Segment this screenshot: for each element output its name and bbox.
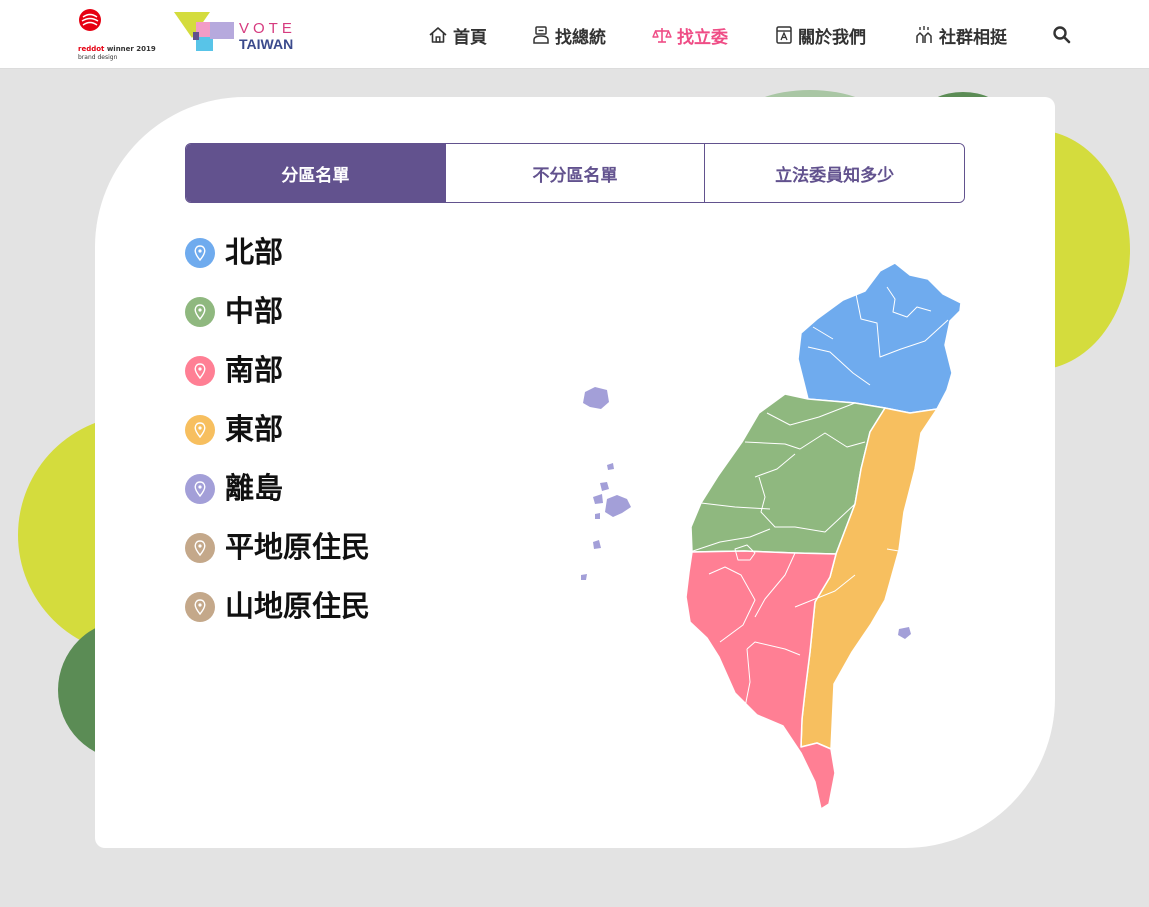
tab-legislator-facts[interactable]: 立法委員知多少 [705, 144, 964, 202]
nav-item-about[interactable]: 關於我們 [775, 22, 866, 48]
logo-taiwan-text: TAIWAN [239, 36, 294, 52]
location-pin-icon [185, 238, 215, 268]
main-card: 分區名單 不分區名單 立法委員知多少 北部 中部 南部 東部 離島 平地原住民 … [95, 97, 1055, 848]
reddot-award-badge: reddot winner 2019 brand design [78, 8, 158, 61]
hands-icon [916, 26, 932, 43]
nav-item-community[interactable]: 社群相挺 [914, 22, 1007, 48]
list-tabs: 分區名單 不分區名單 立法委員知多少 [185, 143, 965, 203]
nav-label-legislator: 找立委 [677, 27, 728, 48]
location-pin-icon [185, 592, 215, 622]
about-icon [776, 26, 792, 44]
nav-label-about: 關於我們 [798, 27, 866, 48]
nav-label-home: 首頁 [453, 27, 487, 48]
location-pin-icon [185, 415, 215, 445]
reddot-award-text: reddot winner 2019 [78, 45, 156, 53]
reddot-logo-icon [79, 9, 101, 31]
region-item-east[interactable]: 東部 [185, 409, 284, 446]
tab-district-list[interactable]: 分區名單 [186, 144, 446, 202]
region-label: 北部 [225, 235, 284, 269]
location-pin-icon [185, 474, 215, 504]
nav-label-community: 社群相挺 [939, 27, 1007, 48]
vote-taiwan-mark-icon [174, 12, 234, 51]
region-item-highland-aboriginal[interactable]: 山地原住民 [185, 586, 371, 623]
region-label: 山地原住民 [225, 589, 371, 623]
region-item-islands[interactable]: 離島 [185, 468, 284, 505]
tab-at-large-list[interactable]: 不分區名單 [445, 144, 706, 202]
home-icon [429, 27, 447, 43]
site-header: reddot winner 2019 brand design VOTE TAI… [0, 0, 1149, 69]
region-item-central[interactable]: 中部 [185, 291, 284, 328]
region-item-south[interactable]: 南部 [185, 350, 284, 387]
region-label: 離島 [225, 471, 284, 505]
nav-item-legislator[interactable]: 找立委 [652, 22, 728, 48]
region-label: 東部 [225, 412, 284, 446]
logo-vote-text: VOTE [239, 20, 296, 37]
vote-taiwan-logo[interactable]: VOTE TAIWAN [174, 12, 304, 54]
nav-item-home[interactable]: 首頁 [428, 22, 487, 48]
region-label: 南部 [225, 353, 284, 387]
map-region-north[interactable] [797, 262, 962, 414]
reddot-category-text: brand design [78, 54, 118, 61]
president-icon [533, 26, 549, 44]
taiwan-region-map [581, 262, 962, 810]
region-item-lowland-aboriginal[interactable]: 平地原住民 [185, 527, 371, 564]
nav-label-president: 找總統 [555, 27, 606, 48]
location-pin-icon [185, 356, 215, 386]
nav-item-president[interactable]: 找總統 [532, 22, 606, 48]
region-label: 平地原住民 [225, 530, 371, 564]
search-icon [1053, 26, 1071, 44]
location-pin-icon [185, 297, 215, 327]
scale-icon [652, 28, 672, 43]
location-pin-icon [185, 533, 215, 563]
region-item-north[interactable]: 北部 [185, 232, 284, 269]
search-button[interactable] [1052, 25, 1072, 45]
region-label: 中部 [225, 294, 284, 328]
